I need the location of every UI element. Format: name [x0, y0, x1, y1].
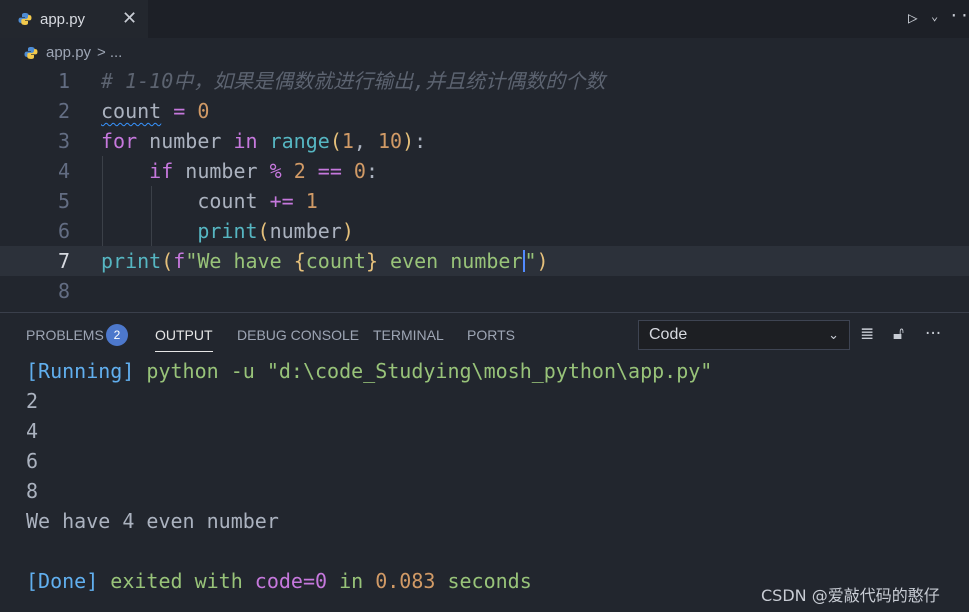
- chevron-right-icon: >: [97, 44, 106, 61]
- close-tab-icon[interactable]: ✕: [122, 8, 137, 29]
- lock-icon[interactable]: 🔓︎: [893, 324, 904, 344]
- line-number: 7: [57, 249, 70, 273]
- code-text: count = 0: [101, 99, 210, 123]
- output-line: We have 4 even number: [26, 509, 279, 533]
- tab-output[interactable]: OUTPUT: [155, 327, 213, 352]
- code-text: # 1-10中，如果是偶数就进行输出,并且统计偶数的个数: [101, 69, 606, 93]
- output-line: 2: [26, 389, 39, 413]
- code-line[interactable]: 3 for number in range(1, 10):: [0, 126, 969, 156]
- code-text: print(number): [197, 219, 354, 243]
- tab-problems[interactable]: PROBLEMS: [26, 327, 104, 343]
- python-file-icon: [18, 13, 32, 25]
- tab-ports[interactable]: PORTS: [467, 327, 515, 343]
- breadcrumb-more[interactable]: ...: [110, 44, 123, 61]
- line-number: 4: [57, 159, 70, 183]
- code-line[interactable]: 1 # 1-10中，如果是偶数就进行输出,并且统计偶数的个数: [0, 66, 969, 96]
- code-line[interactable]: 2 count = 0: [0, 96, 969, 126]
- tab-app-py[interactable]: app.py ✕: [0, 0, 148, 38]
- tab-label: app.py: [40, 10, 86, 28]
- code-text: if number % 2 == 0:: [149, 159, 379, 183]
- breadcrumb: app.py > ...: [24, 44, 122, 61]
- panel-divider: [0, 312, 969, 313]
- code-line[interactable]: 5 count += 1: [0, 186, 969, 216]
- more-icon[interactable]: ···: [925, 324, 941, 344]
- code-line[interactable]: 6 print(number): [0, 216, 969, 246]
- line-number: 6: [57, 219, 70, 243]
- line-number: 2: [57, 99, 70, 123]
- code-text: for number in range(1, 10):: [101, 129, 427, 153]
- watermark: CSDN @爱敲代码的憨仔: [761, 586, 940, 605]
- output-line: 4: [26, 419, 39, 443]
- breadcrumb-file[interactable]: app.py: [46, 44, 91, 61]
- line-number: 5: [57, 189, 70, 213]
- code-text: count += 1: [101, 189, 318, 213]
- code-editor[interactable]: 1 # 1-10中，如果是偶数就进行输出,并且统计偶数的个数 2 count = 0 3…: [0, 66, 969, 306]
- code-line[interactable]: 8: [0, 276, 969, 306]
- tab-terminal[interactable]: TERMINAL: [373, 327, 444, 343]
- chevron-down-icon[interactable]: ⌄: [931, 9, 938, 23]
- output-channel-value: Code: [649, 326, 688, 343]
- tab-bar: app.py ✕ ▷ ⌄ ···: [0, 0, 969, 38]
- problems-count-badge: 2: [106, 324, 128, 346]
- output-line: [Done] exited with code=0 in 0.083 secon…: [26, 569, 532, 593]
- line-number: 3: [57, 129, 70, 153]
- output-line: [Running] python -u "d:\code_Studying\mo…: [26, 359, 713, 383]
- output-line: 8: [26, 479, 39, 503]
- python-file-icon: [24, 46, 38, 59]
- more-actions-icon[interactable]: ···: [949, 6, 969, 25]
- line-number: 8: [57, 279, 70, 303]
- output-line: 6: [26, 449, 39, 473]
- output-channel-select[interactable]: Code ⌄: [638, 320, 850, 350]
- code-line[interactable]: 4 if number % 2 == 0:: [0, 156, 969, 186]
- code-line[interactable]: 7 print(f"We have {count} even number "): [0, 246, 969, 276]
- chevron-down-icon: ⌄: [828, 327, 839, 342]
- code-text: print(f"We have {count} even number "): [101, 249, 549, 273]
- word-wrap-icon[interactable]: ≣: [860, 324, 874, 344]
- line-number: 1: [57, 69, 70, 93]
- tab-debug-console[interactable]: DEBUG CONSOLE: [237, 327, 359, 343]
- run-icon[interactable]: ▷: [908, 8, 918, 27]
